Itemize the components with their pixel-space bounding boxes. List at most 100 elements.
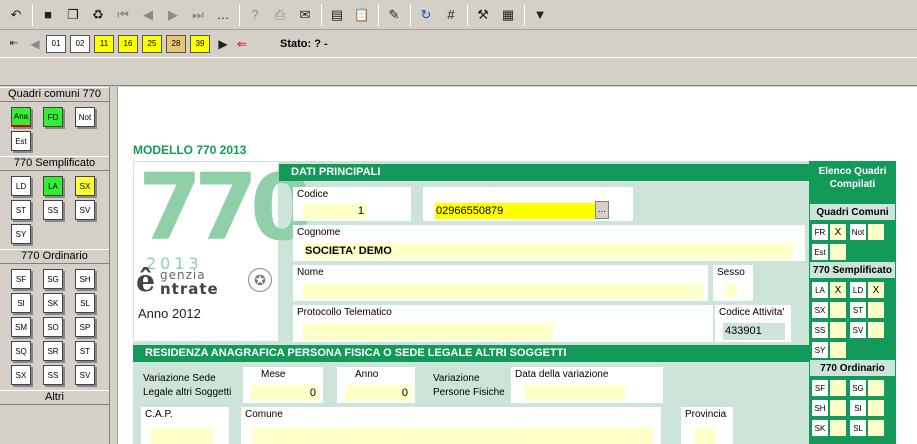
jump-first-icon[interactable]: ⇤	[4, 32, 24, 56]
cognome-input[interactable]: SOCIETA' DEMO	[303, 243, 793, 259]
back-icon[interactable]: ◀	[25, 32, 45, 56]
quadro-cell[interactable]: SF	[811, 379, 829, 397]
sidebar-button-sr[interactable]: SR	[43, 341, 63, 361]
grid-icon[interactable]: #	[439, 3, 463, 27]
quadro-cell[interactable]: SS	[811, 321, 829, 339]
sidebar-button-ld[interactable]: LD	[11, 176, 31, 196]
sidebar-button-la[interactable]: LA	[43, 176, 63, 196]
sidebar-button-ss-ord[interactable]: SS	[43, 365, 63, 385]
nav-button-16[interactable]: 16	[118, 34, 138, 53]
provincia-input[interactable]	[695, 427, 715, 444]
undo-icon[interactable]: ↶	[4, 3, 28, 27]
sidebar-button-st[interactable]: ST	[11, 200, 31, 220]
nav-button-01[interactable]: 01	[46, 34, 66, 53]
quadro-cell[interactable]: ST	[849, 301, 867, 319]
sidebar-button-not[interactable]: Not	[75, 107, 95, 127]
nav-button-39[interactable]: 39	[190, 34, 210, 53]
next-icon[interactable]: ▶	[161, 3, 185, 27]
sidebar-button-sp[interactable]: SP	[75, 317, 95, 337]
comune-group: Comune	[241, 407, 661, 444]
print-icon[interactable]: ⎙	[268, 3, 292, 27]
sidebar-button-ss[interactable]: SS	[43, 200, 63, 220]
quadro-cell[interactable]: Est	[811, 243, 829, 261]
sidebar-button-sf[interactable]: SF	[11, 269, 31, 289]
help-icon[interactable]: ?	[243, 3, 267, 27]
sidebar-button-sy[interactable]: SY	[11, 224, 31, 244]
stamp-icon[interactable]: ✉	[293, 3, 317, 27]
sidebar-button-sk[interactable]: SK	[43, 293, 63, 313]
last-icon[interactable]: ⏭	[186, 3, 210, 27]
quadro-mark: X	[829, 223, 847, 241]
codice-input[interactable]: 1	[303, 203, 367, 219]
sidebar-button-sq[interactable]: SQ	[11, 341, 31, 361]
sidebar: Quadri comuni 770 Ana FD Not Est 770 Sem…	[0, 87, 110, 444]
sidebar-button-sh[interactable]: SH	[75, 269, 95, 289]
quadro-cell[interactable]: FR	[811, 223, 829, 241]
protocollo-input[interactable]	[303, 323, 553, 340]
sidebar-button-sv-ord[interactable]: SV	[75, 365, 95, 385]
calculator-icon[interactable]: ▦	[496, 3, 520, 27]
prev-icon[interactable]: ◀	[136, 3, 160, 27]
refresh-icon[interactable]: ↻	[414, 3, 438, 27]
dropdown-icon[interactable]: ▼	[528, 3, 552, 27]
sidebar-button-sl[interactable]: SL	[75, 293, 95, 313]
quadro-cell[interactable]: SL	[849, 419, 867, 437]
sidebar-button-sx[interactable]: SX	[75, 176, 95, 196]
clipboard-icon[interactable]: 📋	[350, 3, 374, 27]
toolbar-separator	[378, 3, 379, 26]
quadro-cell[interactable]: SH	[811, 399, 829, 417]
ruler-icon[interactable]: ✎	[382, 3, 406, 27]
save-icon[interactable]: ■	[36, 3, 60, 27]
forward-icon[interactable]: ▶	[214, 32, 232, 56]
codice-attivita-input[interactable]: 433901	[723, 323, 785, 340]
codice-fiscale-input[interactable]: 02966550879	[435, 203, 595, 219]
sidebar-button-sv[interactable]: SV	[75, 200, 95, 220]
nav-button-02[interactable]: 02	[70, 34, 90, 53]
sidebar-button-sm[interactable]: SM	[11, 317, 31, 337]
sidebar-button-si[interactable]: SI	[11, 293, 31, 313]
nome-input[interactable]	[303, 283, 703, 299]
exit-icon[interactable]: ⇐	[233, 32, 251, 56]
comune-input[interactable]	[253, 427, 653, 444]
quadro-cell[interactable]: SX	[811, 301, 829, 319]
sidebar-button-fd[interactable]: FD	[43, 107, 63, 127]
sidebar-button-st-ord[interactable]: ST	[75, 341, 95, 361]
tools-icon[interactable]: ⚒	[471, 3, 495, 27]
cap-input[interactable]	[151, 427, 213, 444]
quadro-cell[interactable]: LA	[811, 281, 829, 299]
sidebar-button-sg[interactable]: SG	[43, 269, 63, 289]
sidebar-button-ana[interactable]: Ana	[11, 107, 31, 127]
toolbar-separator	[410, 3, 411, 26]
mese-input[interactable]: 0	[251, 385, 319, 401]
quadro-cell[interactable]: Not	[849, 223, 867, 241]
nav-button-25[interactable]: 25	[142, 34, 162, 53]
quadro-cell[interactable]: SY	[811, 341, 829, 359]
mese-group: Mese 0	[243, 367, 323, 403]
sesso-label: Sesso	[717, 267, 745, 278]
sidebar-button-est[interactable]: Est	[11, 131, 31, 151]
sesso-input[interactable]	[725, 283, 737, 297]
sidebar-button-sx-ord[interactable]: SX	[11, 365, 31, 385]
lookup-button[interactable]: ...	[595, 201, 609, 219]
nav-button-11[interactable]: 11	[94, 34, 114, 53]
provincia-group: Provincia	[681, 407, 733, 444]
nav-button-28[interactable]: 28	[166, 34, 186, 53]
cf-group: 02966550879 ...	[423, 187, 633, 221]
quadro-cell[interactable]: SK	[811, 419, 829, 437]
quadro-cell[interactable]: SG	[849, 379, 867, 397]
data-variazione-input[interactable]	[525, 385, 625, 401]
quadro-cell[interactable]: SV	[849, 321, 867, 339]
republic-emblem-icon: ✪	[248, 268, 272, 292]
sidebar-button-so[interactable]: SO	[43, 317, 63, 337]
copy-icon[interactable]: ❐	[61, 3, 85, 27]
dots-icon[interactable]: …	[211, 3, 235, 27]
quadro-mark	[829, 341, 847, 359]
quadro-cell[interactable]: LD	[849, 281, 867, 299]
doc-icon[interactable]: ▤	[325, 3, 349, 27]
status-label: Stato: ? -	[280, 37, 328, 50]
recycle-icon[interactable]: ♻	[86, 3, 110, 27]
quadro-cell[interactable]: SI	[849, 399, 867, 417]
data-variazione-group: Data della variazione	[511, 367, 663, 403]
anno-input[interactable]: 0	[345, 385, 411, 401]
first-icon[interactable]: ⏮	[111, 3, 135, 27]
